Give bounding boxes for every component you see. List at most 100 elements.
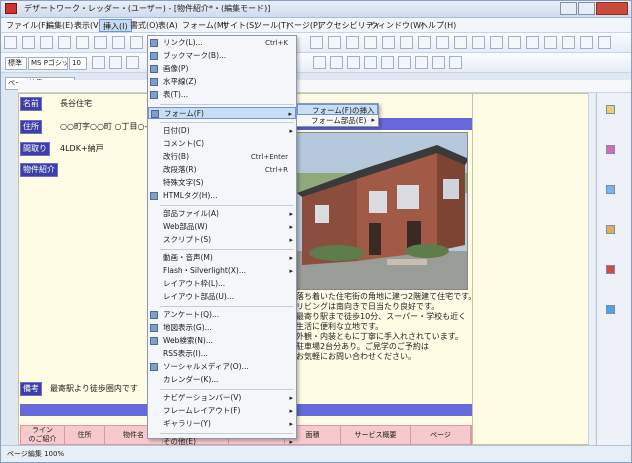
description-line: 落ち着いた住宅街の角地に建つ2階建て住宅です。 xyxy=(296,292,471,301)
toolbar-button-icon[interactable] xyxy=(22,36,35,49)
side-panel-icon[interactable] xyxy=(606,105,615,114)
menu-entry[interactable]: アンケート(Q)... xyxy=(148,309,296,321)
menu-entry[interactable]: Web検索(N)... xyxy=(148,335,296,347)
menu-item[interactable]: 表(A) xyxy=(155,19,181,32)
format-button-icon[interactable] xyxy=(432,56,445,69)
toolbar-button-icon[interactable] xyxy=(598,36,611,49)
side-panel-icon[interactable] xyxy=(606,225,615,234)
menu-entry-label: リンク(L)... xyxy=(163,38,203,47)
table-header-cell[interactable]: 住所 xyxy=(65,426,105,444)
menu-entry[interactable]: RSS表示(I)... xyxy=(148,348,296,360)
menu-entry[interactable]: フォーム(F) ▸ xyxy=(148,107,296,119)
menu-entry[interactable]: コメント(C) xyxy=(148,138,296,150)
menu-entry[interactable]: 改段落(R) Ctrl+R xyxy=(148,164,296,176)
size-select[interactable]: 10 xyxy=(69,57,87,70)
submenu-entry[interactable]: フォーム(F)の挿入 xyxy=(297,104,378,115)
format-button-icon[interactable] xyxy=(449,56,462,69)
menu-separator xyxy=(160,249,294,250)
minimize-icon[interactable] xyxy=(560,2,577,15)
menu-entry[interactable]: レイアウト部品(U)... xyxy=(148,291,296,303)
toolbar-button-icon[interactable] xyxy=(112,36,125,49)
maximize-icon[interactable] xyxy=(578,2,595,15)
side-panel-icon[interactable] xyxy=(606,145,615,154)
editor-right-column[interactable] xyxy=(473,93,595,445)
submenu-entry[interactable]: フォーム部品(E) ▸ xyxy=(297,115,378,126)
menu-entry[interactable]: その他(E) ▸ xyxy=(148,436,296,448)
menu-entry[interactable]: 部品ファイル(A) ▸ xyxy=(148,208,296,220)
format-button-icon[interactable] xyxy=(381,56,394,69)
format-button-icon[interactable] xyxy=(330,56,343,69)
toolbar-button-icon[interactable] xyxy=(364,36,377,49)
field-value[interactable]: 長谷住宅 xyxy=(60,97,147,111)
toolbar-button-icon[interactable] xyxy=(490,36,503,49)
remarks-value[interactable]: 最寄駅より徒歩圏内です xyxy=(50,382,147,396)
menu-entry[interactable]: 水平線(Z) xyxy=(148,76,296,88)
style-select[interactable]: 標準 xyxy=(5,57,27,70)
menu-entry[interactable]: 動画・音声(M) ▸ xyxy=(148,252,296,264)
toolbar-button-icon[interactable] xyxy=(40,36,53,49)
format-button-icon[interactable] xyxy=(313,56,326,69)
toolbar-button-icon[interactable] xyxy=(310,36,323,49)
toolbar-button-icon[interactable] xyxy=(472,36,485,49)
side-panel-icon[interactable] xyxy=(606,185,615,194)
toolbar-button-icon[interactable] xyxy=(94,36,107,49)
toolbar-button-icon[interactable] xyxy=(526,36,539,49)
menu-item[interactable]: ヘルプ(H) xyxy=(417,19,459,32)
field-value[interactable]: 4LDK+納戸 xyxy=(60,142,147,156)
menu-entry[interactable]: レイアウト枠(L)... xyxy=(148,278,296,290)
toolbar-button-icon[interactable] xyxy=(4,36,17,49)
menu-entry[interactable]: 特殊文字(S) xyxy=(148,177,296,189)
toolbar-button-icon[interactable] xyxy=(508,36,521,49)
font-select[interactable]: MS Pゴシック xyxy=(28,57,68,70)
toolbar-button-icon[interactable] xyxy=(544,36,557,49)
menu-entry[interactable]: ギャラリー(Y) ▸ xyxy=(148,418,296,430)
format-button-icon[interactable] xyxy=(92,56,105,69)
menu-entry[interactable]: 表(T)... xyxy=(148,89,296,101)
close-icon[interactable] xyxy=(596,2,628,15)
format-button-icon[interactable] xyxy=(126,56,139,69)
toolbar-button-icon[interactable] xyxy=(418,36,431,49)
menu-entry[interactable]: カレンダー(K)... xyxy=(148,374,296,386)
table-header-cell[interactable]: ライン のご紹介 xyxy=(21,426,65,444)
menu-entry[interactable]: フレームレイアウト(F) ▸ xyxy=(148,405,296,417)
toolbar-button-icon[interactable] xyxy=(400,36,413,49)
menu-entry[interactable]: スクリプト(S) ▸ xyxy=(148,234,296,246)
side-panel-icon[interactable] xyxy=(606,305,615,314)
menu-entry[interactable]: 日付(D) ▸ xyxy=(148,125,296,137)
menu-entry[interactable]: 画像(P) xyxy=(148,63,296,75)
field-value[interactable]: ○○町字○○町 ○丁目○-○番地 xyxy=(60,120,147,134)
format-button-icon[interactable] xyxy=(398,56,411,69)
toolbar-button-icon[interactable] xyxy=(58,36,71,49)
vertical-scrollbar[interactable] xyxy=(588,93,595,445)
table-header-cell[interactable]: ページ xyxy=(411,426,471,444)
menu-entry[interactable]: Web部品(W) ▸ xyxy=(148,221,296,233)
menu-entry[interactable]: 地図表示(G)... xyxy=(148,322,296,334)
menu-entry[interactable]: ナビゲーションバー(V) ▸ xyxy=(148,392,296,404)
toolbar-button-icon[interactable] xyxy=(454,36,467,49)
format-button-icon[interactable] xyxy=(347,56,360,69)
menu-entry[interactable]: 改行(B) Ctrl+Enter xyxy=(148,151,296,163)
toolbar-button-icon[interactable] xyxy=(436,36,449,49)
format-button-icon[interactable] xyxy=(109,56,122,69)
table-icon xyxy=(150,91,158,99)
toolbar-button-icon[interactable] xyxy=(382,36,395,49)
menu-entry[interactable]: Flash・Silverlight(X)... ▸ xyxy=(148,265,296,277)
submenu-arrow-icon: ▸ xyxy=(289,438,293,446)
menu-entry[interactable]: ソーシャルメディア(O)... xyxy=(148,361,296,373)
survey-icon xyxy=(150,311,158,319)
menu-entry[interactable]: ブックマーク(B)... xyxy=(148,50,296,62)
toolbar-button-icon[interactable] xyxy=(328,36,341,49)
side-panel-icon[interactable] xyxy=(606,265,615,274)
toolbar-button-icon[interactable] xyxy=(562,36,575,49)
menu-entry[interactable]: HTMLタグ(H)... xyxy=(148,190,296,202)
submenu-arrow-icon: ▸ xyxy=(289,394,293,402)
toolbar-button-icon[interactable] xyxy=(580,36,593,49)
menu-entry[interactable]: リンク(L)... Ctrl+K xyxy=(148,37,296,49)
toolbar-button-icon[interactable] xyxy=(346,36,359,49)
toolbar-button-icon[interactable] xyxy=(76,36,89,49)
format-button-icon[interactable] xyxy=(364,56,377,69)
toolbar-button-icon[interactable] xyxy=(130,36,143,49)
table-header-cell[interactable]: サービス概要 xyxy=(341,426,411,444)
property-description[interactable]: 落ち着いた住宅街の角地に建つ2階建て住宅です。 リビングは南向きで日当たり良好です… xyxy=(296,292,471,362)
format-button-icon[interactable] xyxy=(415,56,428,69)
